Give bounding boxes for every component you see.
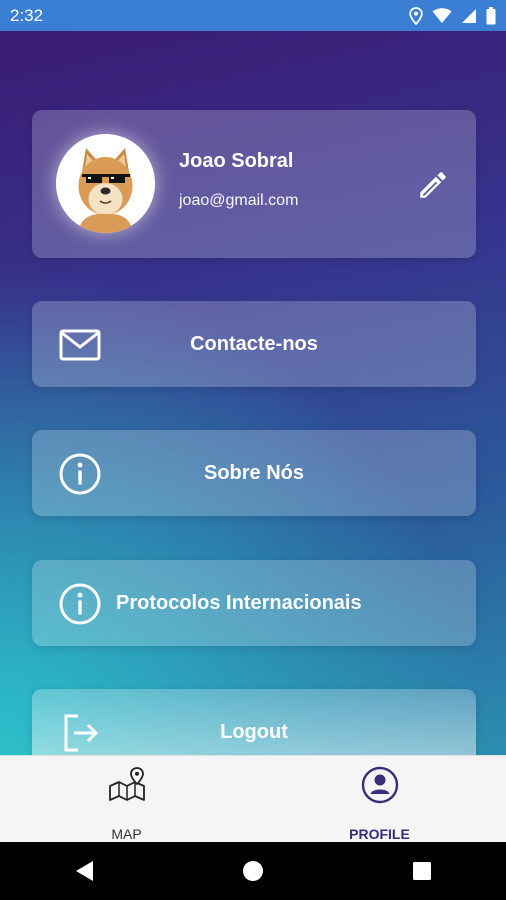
location-icon bbox=[409, 6, 423, 25]
logout-button[interactable]: Logout bbox=[32, 689, 476, 755]
international-protocols-button[interactable]: Protocolos Internacionais bbox=[32, 560, 476, 646]
pencil-icon bbox=[420, 172, 446, 198]
home-button[interactable] bbox=[240, 858, 266, 884]
battery-icon bbox=[486, 6, 496, 24]
status-time: 2:32 bbox=[10, 5, 44, 25]
international-protocols-label: Protocolos Internacionais bbox=[116, 591, 362, 614]
avatar bbox=[56, 134, 155, 233]
signal-icon bbox=[462, 8, 476, 23]
back-icon bbox=[76, 861, 94, 881]
doge-avatar-image bbox=[56, 134, 155, 233]
back-button[interactable] bbox=[71, 858, 97, 884]
logout-label: Logout bbox=[220, 720, 288, 743]
status-icons bbox=[409, 6, 496, 25]
profile-name: Joao Sobral bbox=[179, 150, 294, 172]
home-icon bbox=[242, 861, 263, 881]
system-nav-bar bbox=[0, 842, 506, 900]
status-bar: 2:32 bbox=[0, 0, 506, 31]
about-us-button[interactable]: Sobre Nós bbox=[32, 430, 476, 516]
edit-profile-button[interactable] bbox=[416, 168, 450, 202]
map-pin-icon bbox=[108, 767, 145, 801]
tab-map-label: MAP bbox=[111, 826, 142, 842]
profile-screen: Joao Sobral joao@gmail.com Contacte-nos … bbox=[0, 31, 506, 755]
about-us-label: Sobre Nós bbox=[203, 461, 305, 484]
contact-us-label: Contacte-nos bbox=[190, 332, 318, 355]
bottom-nav: MAP PROFILE bbox=[0, 755, 506, 842]
recents-button[interactable] bbox=[409, 858, 435, 884]
tab-profile-label: PROFILE bbox=[349, 826, 410, 842]
profile-card: Joao Sobral joao@gmail.com bbox=[32, 110, 476, 258]
profile-email: joao@gmail.com bbox=[179, 192, 299, 209]
tab-map[interactable]: MAP bbox=[0, 756, 253, 842]
recents-icon bbox=[412, 862, 431, 880]
contact-us-button[interactable]: Contacte-nos bbox=[32, 301, 476, 387]
tab-profile[interactable]: PROFILE bbox=[253, 756, 506, 842]
profile-icon bbox=[361, 766, 398, 804]
wifi-icon bbox=[432, 7, 452, 23]
